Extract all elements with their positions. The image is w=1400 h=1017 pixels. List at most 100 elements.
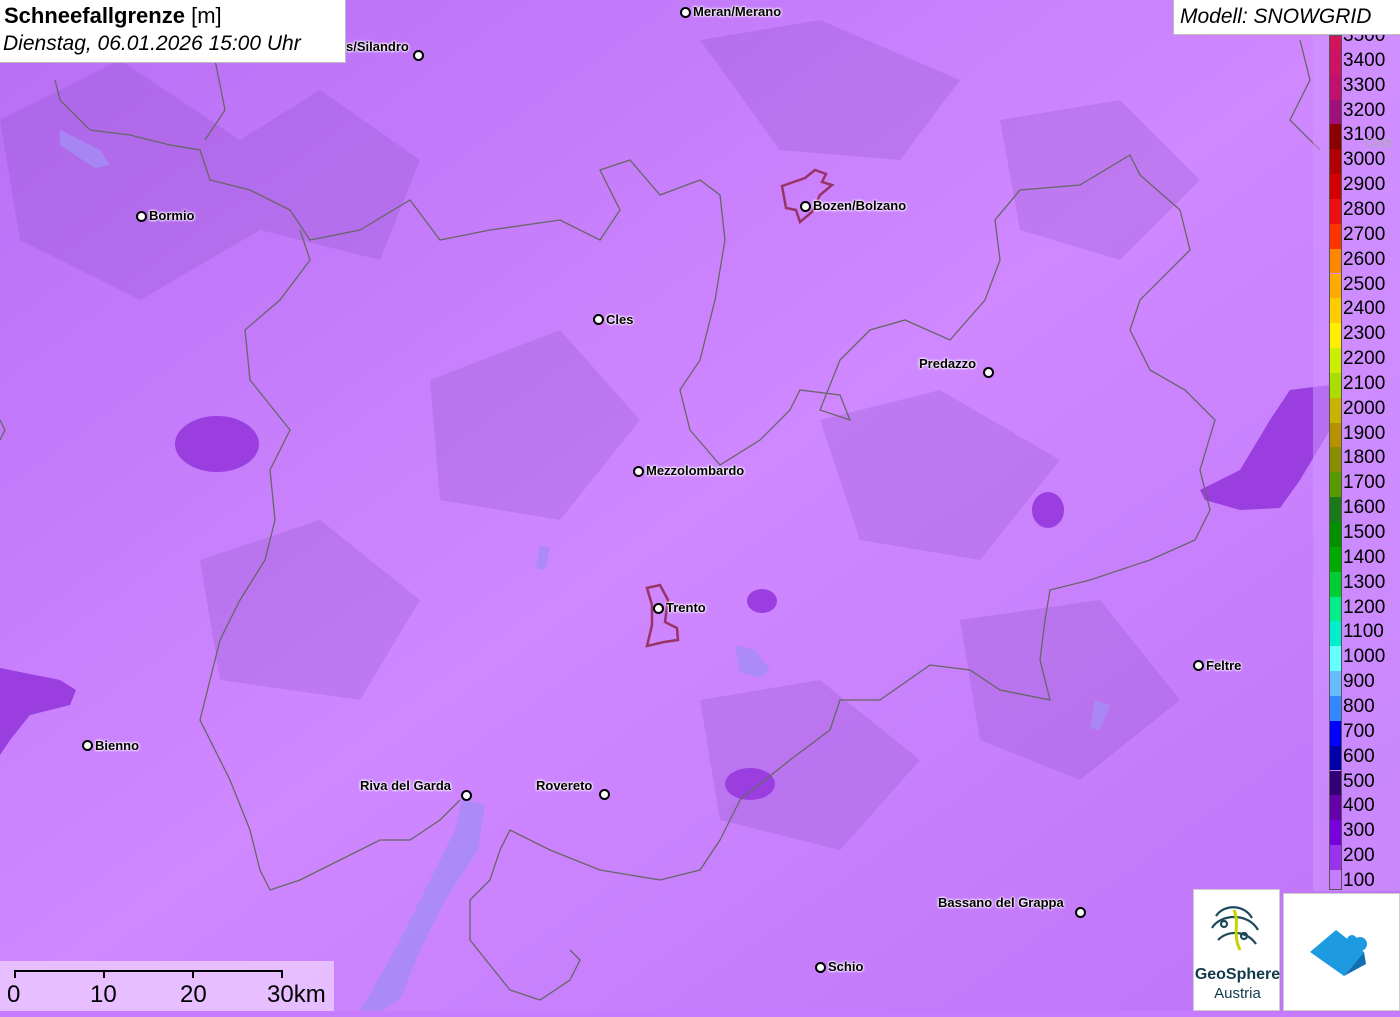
legend-label-900: 900: [1343, 671, 1375, 693]
legend-label-100: 100: [1343, 869, 1375, 891]
city-marker-mezzolombardo[interactable]: [633, 466, 644, 477]
legend-swatch-700: [1330, 720, 1341, 746]
scale-tick-10: [103, 970, 105, 978]
legend-swatch-2000: [1330, 397, 1341, 423]
legend-label-2400: 2400: [1343, 298, 1386, 320]
city-label-silandro: s/Silandro: [346, 39, 409, 54]
legend-label-1700: 1700: [1343, 472, 1386, 494]
legend-label-1000: 1000: [1343, 646, 1386, 668]
city-label-bormio: Bormio: [149, 208, 195, 223]
legend-swatch-1700: [1330, 472, 1341, 498]
legend-swatch-300: [1330, 820, 1341, 846]
legend-swatch-3200: [1330, 99, 1341, 125]
legend-label-1500: 1500: [1343, 522, 1386, 543]
legend-swatch-200: [1330, 845, 1341, 870]
legend-label-3400: 3400: [1343, 49, 1386, 71]
legend-label-2900: 2900: [1343, 174, 1386, 196]
legend-label-500: 500: [1343, 770, 1375, 792]
city-marker-bienno[interactable]: [82, 740, 93, 751]
city-marker-bassano[interactable]: [1075, 907, 1086, 918]
city-label-corti: Corti: [1365, 135, 1393, 150]
city-label-mezzolombardo: Mezzolombardo: [646, 463, 745, 478]
legend-swatch-2600: [1330, 248, 1341, 274]
legend-label-2000: 2000: [1343, 397, 1386, 419]
legend-label-2100: 2100: [1343, 372, 1386, 394]
city-marker-rovereto[interactable]: [599, 789, 610, 800]
legend-label-2700: 2700: [1343, 223, 1386, 245]
legend-label-3300: 3300: [1343, 74, 1386, 96]
legend-swatch-900: [1330, 671, 1341, 696]
model-label-panel: Modell: SNOWGRID: [1173, 0, 1400, 35]
legend-swatch-500: [1330, 770, 1341, 796]
legend-label-3500: 3500: [1343, 35, 1386, 46]
legend-swatch-1100: [1330, 621, 1341, 647]
geosphere-logo[interactable]: GeoSphere Austria: [1193, 889, 1280, 1011]
map-canvas[interactable]: [0, 0, 1400, 1011]
city-marker-schio[interactable]: [815, 962, 826, 973]
map-datetime: Dienstag, 06.01.2026 15:00 Uhr: [3, 32, 301, 55]
scale-tick-20: [192, 970, 194, 978]
legend-swatch-2900: [1330, 174, 1341, 199]
legend-label-700: 700: [1343, 720, 1375, 742]
city-marker-merano[interactable]: [680, 7, 691, 18]
scale-tick-30: [281, 970, 283, 978]
scale-label-10: 10: [90, 981, 117, 1008]
scale-tick-0: [14, 970, 16, 978]
legend-label-3200: 3200: [1343, 99, 1386, 121]
legend-swatch-1300: [1330, 571, 1341, 597]
legend-swatch-1000: [1330, 646, 1341, 672]
title-main: Schneefallgrenze: [4, 3, 185, 28]
legend-label-400: 400: [1343, 795, 1375, 817]
model-label: Modell: SNOWGRID: [1180, 5, 1372, 28]
legend-swatch-3100: [1330, 124, 1341, 150]
city-label-bienno: Bienno: [95, 738, 140, 753]
legend-swatch-2700: [1330, 223, 1341, 249]
legend-swatch-2800: [1330, 198, 1341, 224]
legend-swatch-2100: [1330, 372, 1341, 398]
legend-swatch-3500: [1330, 36, 1341, 50]
legend-swatch-3400: [1330, 49, 1341, 75]
city-label-schio: Schio: [828, 959, 864, 974]
legend-label-2600: 2600: [1343, 248, 1386, 270]
legend-label-1800: 1800: [1343, 447, 1386, 469]
city-marker-predazzo[interactable]: [983, 367, 994, 378]
city-label-merano: Meran/Merano: [693, 4, 782, 19]
city-marker-feltre[interactable]: [1193, 660, 1204, 671]
legend-swatch-1800: [1330, 447, 1341, 473]
legend-swatch-2400: [1330, 298, 1341, 324]
legend-color-bar: [1329, 35, 1342, 890]
weather-app-logo[interactable]: [1283, 893, 1400, 1011]
legend-swatch-2200: [1330, 348, 1341, 373]
legend-swatch-400: [1330, 795, 1341, 821]
legend-swatch-100: [1330, 869, 1341, 889]
city-marker-bormio[interactable]: [136, 211, 147, 222]
legend-label-1100: 1100: [1343, 621, 1384, 643]
city-marker-bolzano[interactable]: [800, 201, 811, 212]
legend-label-800: 800: [1343, 695, 1375, 717]
legend-swatch-2300: [1330, 323, 1341, 349]
city-label-bassano: Bassano del Grappa: [938, 895, 1064, 910]
legend-swatch-1600: [1330, 497, 1341, 522]
city-marker-trento[interactable]: [653, 603, 664, 614]
legend-swatch-3000: [1330, 149, 1341, 175]
color-legend: 3500 3400 3300 3200 3100 3000 2900 2800 2700 2600…: [1313, 35, 1400, 891]
legend-label-1600: 1600: [1343, 497, 1386, 519]
legend-label-1900: 1900: [1343, 422, 1386, 444]
scale-line: [14, 970, 283, 972]
city-marker-riva[interactable]: [461, 790, 472, 801]
map-title-panel: Schneefallgrenze [m] Dienstag, 06.01.202…: [0, 0, 346, 63]
city-marker-silandro[interactable]: [413, 50, 424, 61]
legend-swatch-2500: [1330, 273, 1341, 299]
city-label-rovereto: Rovereto: [536, 778, 593, 793]
legend-label-200: 200: [1343, 845, 1375, 867]
legend-label-1200: 1200: [1343, 596, 1386, 618]
scale-label-20: 20: [180, 981, 207, 1008]
city-marker-cles[interactable]: [593, 314, 604, 325]
geosphere-emblem-icon: [1211, 906, 1259, 951]
weather-cloud-icon: [1310, 930, 1367, 976]
legend-swatch-600: [1330, 745, 1341, 771]
title-unit: [m]: [191, 3, 222, 28]
city-label-predazzo: Predazzo: [919, 356, 977, 371]
legend-label-1400: 1400: [1343, 546, 1386, 568]
scale-label-30: 30km: [267, 981, 326, 1008]
